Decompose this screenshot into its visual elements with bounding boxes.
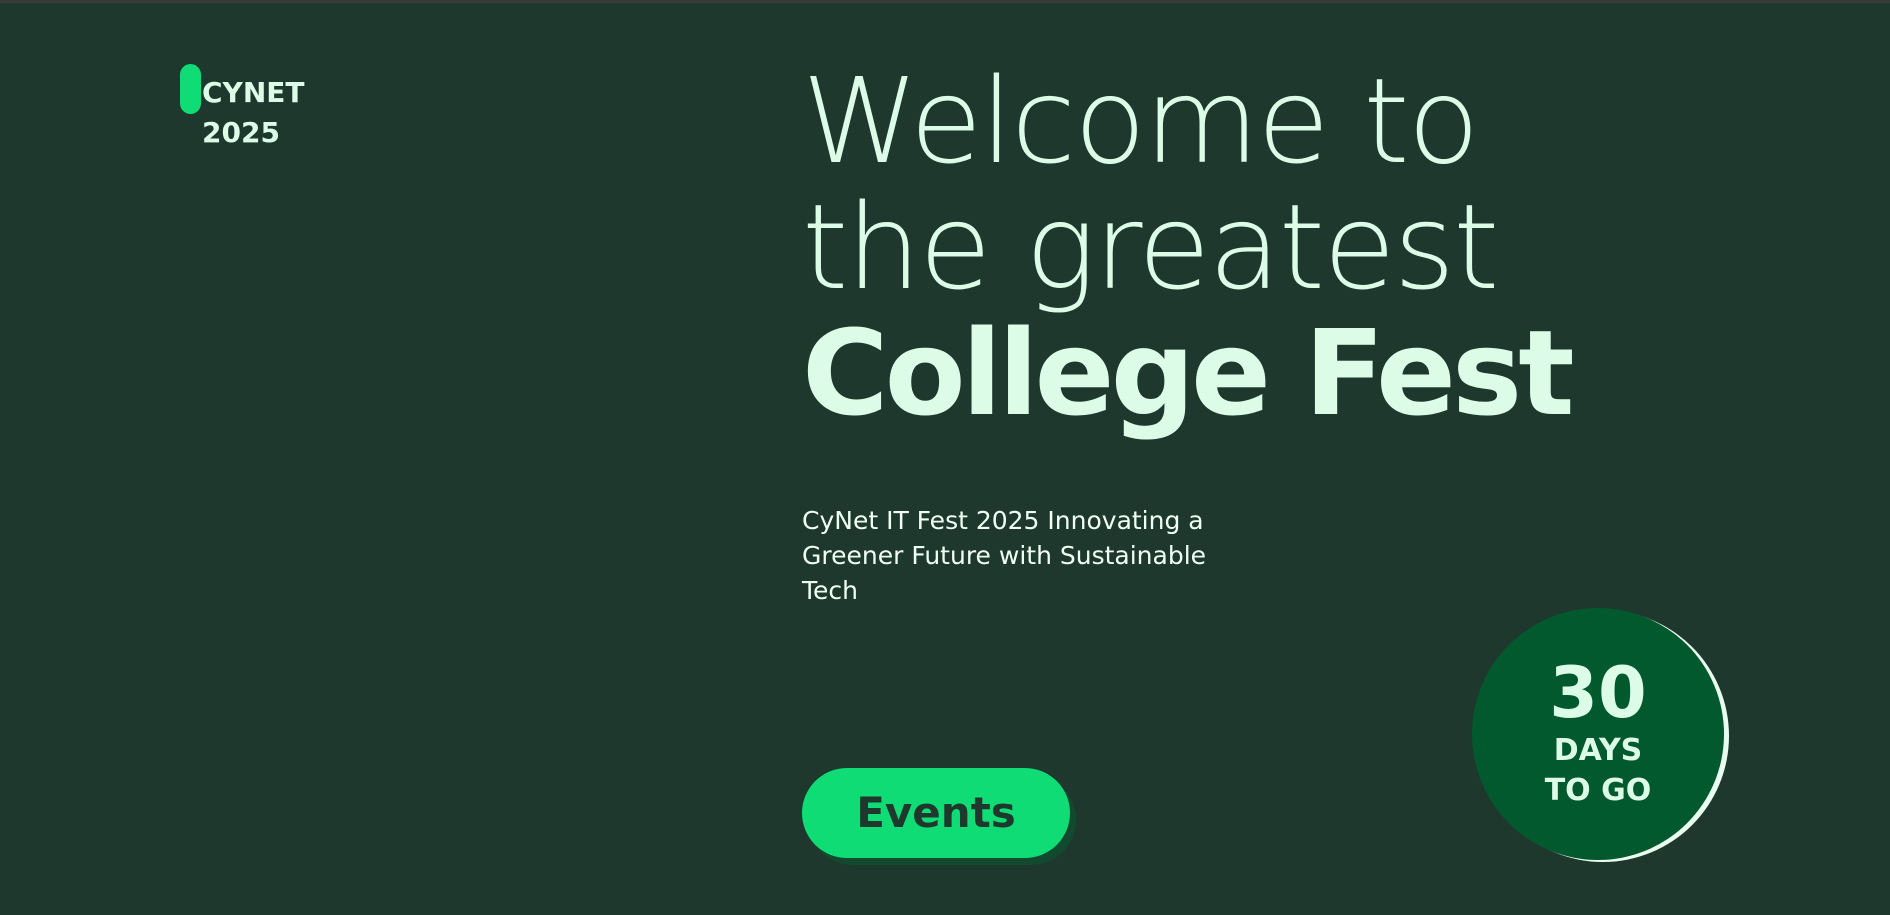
- countdown-days: 30: [1549, 652, 1647, 734]
- countdown-badge: 30 DAYS TO GO: [1472, 608, 1724, 860]
- countdown-label-days: DAYS: [1553, 733, 1643, 768]
- site-logo[interactable]: CYNET 2025: [180, 62, 320, 152]
- top-border: [0, 0, 1890, 3]
- logo-mark: [180, 64, 201, 114]
- hero-headline: Welcome to the greatest College Fest: [802, 58, 1702, 436]
- hero-subtitle: CyNet IT Fest 2025 Innovating a Greener …: [802, 506, 1207, 605]
- logo-text-line2: 2025: [202, 116, 280, 149]
- headline-line-3: College Fest: [802, 304, 1575, 442]
- countdown-label-to-go: TO GO: [1544, 773, 1652, 808]
- logo-text-line1: CYNET: [202, 76, 305, 109]
- events-button[interactable]: Events: [802, 768, 1070, 858]
- headline-line-2: the greatest: [802, 178, 1499, 316]
- headline-line-1: Welcome to: [802, 52, 1480, 190]
